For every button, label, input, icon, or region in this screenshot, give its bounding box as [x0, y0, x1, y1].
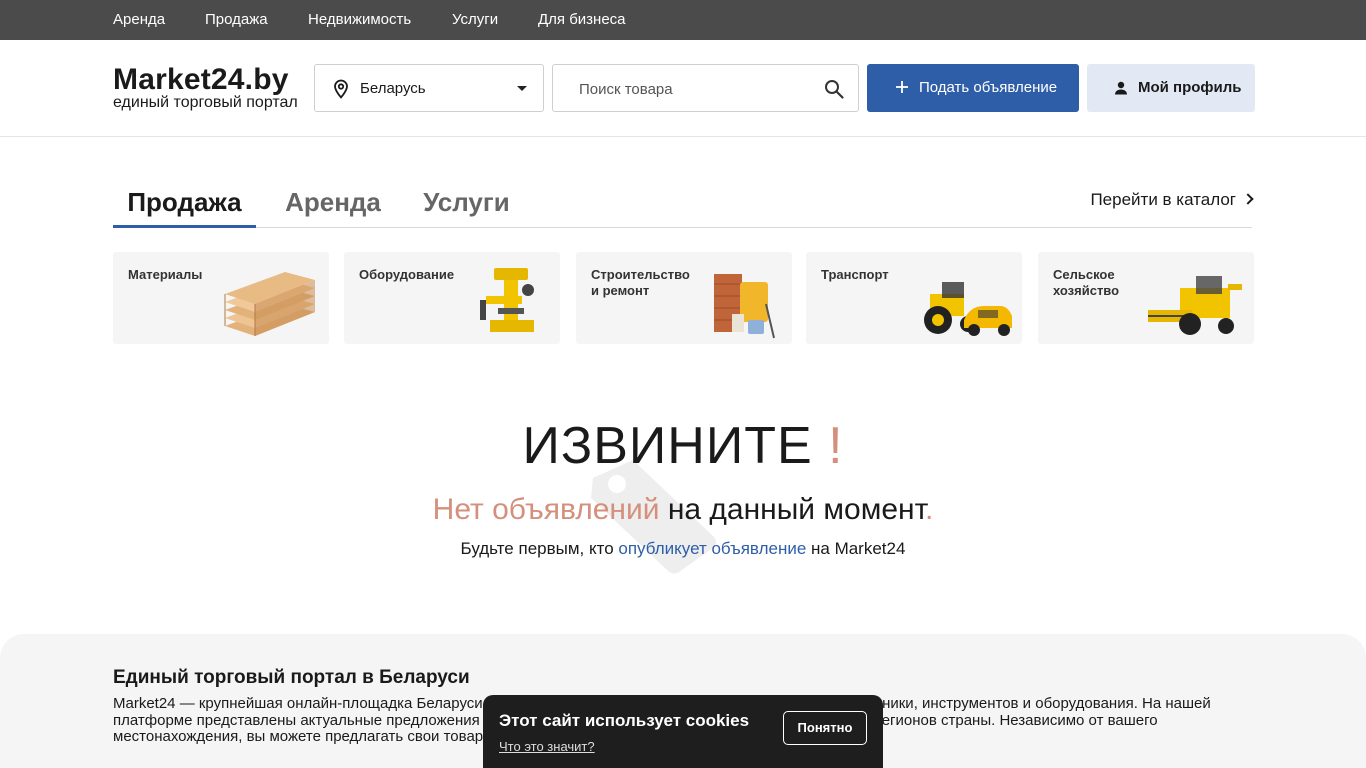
cta-text-before: Будьте первым, кто [460, 539, 619, 558]
topnav-item-services[interactable]: Услуги [452, 0, 498, 40]
site-header: Market24.by единый торговый портал Белар… [0, 40, 1366, 137]
tab-rent[interactable]: Аренда [272, 180, 394, 228]
topnav-item-business[interactable]: Для бизнеса [538, 0, 626, 40]
publish-ad-link[interactable]: опубликует объявление [618, 539, 806, 558]
category-card-materials[interactable]: Материалы [113, 252, 329, 344]
profile-label: Мой профиль [1138, 79, 1242, 96]
tab-sale[interactable]: Продажа [113, 180, 256, 228]
category-card-agriculture[interactable]: Сельское хозяйство [1038, 252, 1254, 344]
category-card-equipment[interactable]: Оборудование [344, 252, 560, 344]
cookie-more-link[interactable]: Что это значит? [499, 739, 595, 755]
catalog-link-label: Перейти в каталог [1090, 190, 1236, 209]
catalog-link[interactable]: Перейти в каталог [1090, 188, 1254, 212]
cookie-title: Этот сайт использует cookies [499, 711, 750, 730]
topnav-item-realty[interactable]: Недвижимость [308, 0, 411, 40]
drill-press-image [480, 268, 534, 332]
region-selector[interactable]: Беларусь [314, 64, 544, 112]
search-icon[interactable] [824, 79, 844, 99]
empty-state-subtitle-rest: на данный момент [659, 493, 925, 526]
search-box [552, 64, 859, 112]
logo-subtitle: единый торговый портал [113, 94, 298, 111]
info-heading: Единый торговый портал в Беларуси [113, 667, 470, 688]
empty-state-subtitle-accent: Нет объявлений [432, 493, 660, 526]
profile-button[interactable]: Мой профиль [1087, 64, 1255, 112]
chevron-down-icon [517, 86, 527, 91]
empty-state-subtitle: Нет объявлений на данный момент. [0, 492, 1366, 528]
tab-services[interactable]: Услуги [410, 180, 523, 228]
tractor-taxi-image [924, 282, 1012, 336]
region-label: Беларусь [360, 80, 426, 97]
search-input[interactable] [579, 78, 809, 100]
category-card-transport[interactable]: Транспорт [806, 252, 1022, 344]
lumber-image [224, 272, 315, 336]
cookie-banner: Этот сайт использует cookies Что это зна… [483, 695, 883, 768]
empty-state-title: ИЗВИНИТЕ ! [0, 416, 1366, 476]
empty-state-subtitle-dot: . [925, 493, 934, 526]
topnav-item-rent[interactable]: Аренда [113, 0, 165, 40]
post-ad-label: Подать объявление [919, 79, 1058, 96]
cookie-accept-button[interactable]: Понятно [783, 711, 867, 745]
top-nav: Аренда Продажа Недвижимость Услуги Для б… [0, 0, 1366, 40]
empty-state-cta: Будьте первым, кто опубликует объявление… [0, 538, 1366, 560]
category-tabs: Продажа Аренда Услуги Перейти в каталог [113, 180, 1254, 228]
category-cards: Материалы Оборудование Строительство и р… [113, 252, 1254, 344]
location-pin-icon [334, 79, 348, 99]
empty-state-exclamation: ! [828, 417, 844, 475]
empty-state-title-text: ИЗВИНИТЕ [522, 417, 813, 475]
combine-harvester-image [1148, 276, 1242, 335]
user-icon [1115, 81, 1127, 95]
cta-text-after: на Market24 [806, 539, 906, 558]
plus-icon [896, 81, 908, 93]
post-ad-button[interactable]: Подать объявление [867, 64, 1079, 112]
category-card-construction[interactable]: Строительство и ремонт [576, 252, 792, 344]
chevron-right-icon [1242, 193, 1254, 205]
topnav-item-sale[interactable]: Продажа [205, 0, 268, 40]
building-supplies-image [714, 274, 775, 339]
